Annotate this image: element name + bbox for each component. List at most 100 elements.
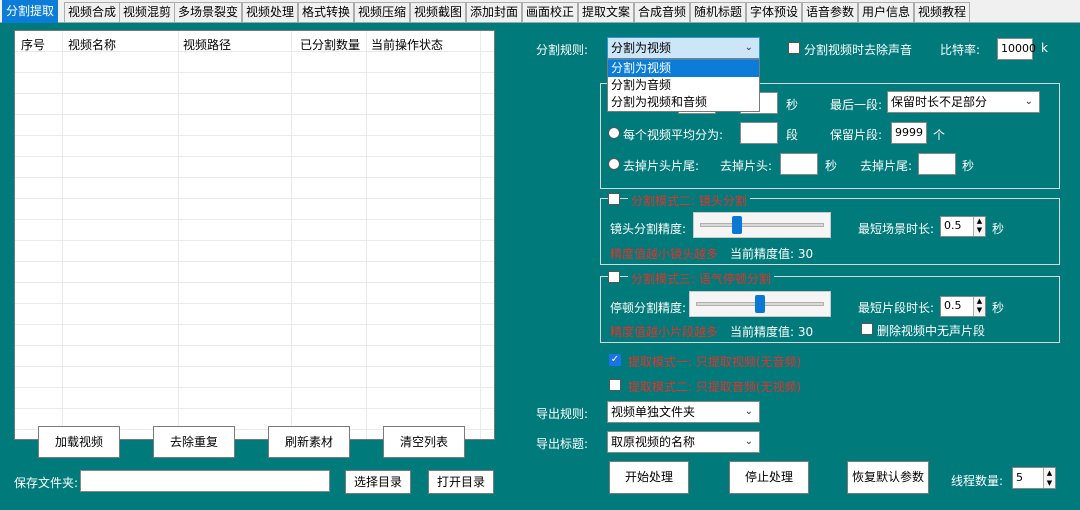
spinner-arrows-icon[interactable]: ▲ ▼ — [973, 217, 985, 236]
tab-multi-scene[interactable]: 多场景裂变 — [174, 2, 243, 22]
tab-user-info[interactable]: 用户信息 — [858, 2, 915, 22]
table-row — [15, 283, 494, 304]
video-list-table[interactable]: 序号 视频名称 视频路径 已分割数量 当前操作状态 — [14, 30, 495, 440]
mode3-title: 分割模式三: 语气停顿分割 — [628, 270, 774, 287]
avg-split-label: 每个视频平均分为: — [623, 128, 724, 142]
spinner-arrows-icon[interactable]: ▲ ▼ — [973, 297, 985, 316]
table-row — [15, 178, 494, 199]
export-rule-label: 导出规则: — [536, 407, 589, 421]
bitrate-label: 比特率: — [940, 43, 981, 57]
tab-video-screenshot[interactable]: 视频截图 — [410, 2, 467, 22]
extract-mode1-checkbox[interactable]: ✓ — [609, 354, 621, 366]
tab-add-cover[interactable]: 添加封面 — [466, 2, 523, 22]
tab-extract-text[interactable]: 提取文案 — [578, 2, 635, 22]
table-row — [15, 367, 494, 388]
mode2-checkbox[interactable] — [608, 193, 620, 205]
table-row — [15, 325, 494, 346]
header-row — [15, 31, 494, 52]
min-scene-unit: 秒 — [992, 222, 1005, 236]
tab-format-convert[interactable]: 格式转换 — [298, 2, 355, 22]
start-button[interactable]: 开始处理 — [609, 461, 689, 494]
extract-mode2-label: 提取模式二: 只提取音频(无视频) — [628, 380, 802, 394]
trim-head-unit: 秒 — [825, 159, 838, 173]
chevron-down-icon: ⌄ — [744, 42, 753, 53]
tab-image-correct[interactable]: 画面校正 — [522, 2, 579, 22]
min-scene-label: 最短场景时长: — [858, 222, 935, 236]
threads-value: 5 — [1016, 471, 1023, 484]
dedupe-button[interactable]: 去除重复 — [153, 426, 235, 458]
tab-compose-audio[interactable]: 合成音频 — [634, 2, 691, 22]
last-segment-value: 保留时长不足部分 — [891, 95, 988, 109]
threads-spinner[interactable]: 5 ▲ ▼ — [1012, 467, 1056, 489]
split-rule-label: 分割规则: — [536, 43, 589, 57]
export-title-select[interactable]: 取原视频的名称 ⌄ — [607, 431, 760, 453]
threads-label: 线程数量: — [951, 474, 1004, 488]
load-video-button[interactable]: 加载视频 — [38, 426, 120, 458]
trim-radio[interactable] — [608, 158, 620, 170]
remove-silent-checkbox[interactable] — [861, 323, 873, 335]
restore-defaults-button[interactable]: 恢复默认参数 — [847, 461, 929, 494]
pause-precision-hint: 精度值越小片段越多 — [610, 325, 719, 339]
clear-list-button[interactable]: 清空列表 — [383, 426, 465, 458]
choose-dir-button[interactable]: 选择目录 — [345, 470, 411, 494]
table-row — [15, 241, 494, 262]
spinner-arrows-icon[interactable]: ▲ ▼ — [1043, 468, 1055, 488]
shot-precision-slider[interactable] — [693, 212, 831, 238]
split-rule-value: 分割为视频 — [611, 41, 672, 55]
slider-thumb[interactable] — [732, 216, 743, 234]
min-scene-spinner[interactable]: 0.5 ▲ ▼ — [940, 216, 986, 237]
save-folder-input[interactable] — [80, 470, 330, 492]
tab-video-compress[interactable]: 视频压缩 — [354, 2, 411, 22]
min-scene-value: 0.5 — [944, 219, 962, 232]
main-panel: 序号 视频名称 视频路径 已分割数量 当前操作状态 加载视频 去除重复 刷新素材… — [0, 23, 1080, 510]
tab-random-title[interactable]: 随机标题 — [690, 2, 747, 22]
dropdown-option[interactable]: 分割为音频 — [608, 77, 759, 94]
tab-video-process[interactable]: 视频处理 — [242, 2, 299, 22]
table-row — [15, 262, 494, 283]
tab-voice-params[interactable]: 语音参数 — [802, 2, 859, 22]
trim-tail-input[interactable] — [918, 153, 956, 175]
bitrate-input[interactable]: 10000 — [997, 38, 1036, 60]
avg-split-unit: 段 — [786, 128, 799, 142]
tab-font-preset[interactable]: 字体预设 — [746, 2, 803, 22]
stop-button[interactable]: 停止处理 — [729, 461, 809, 494]
pause-precision-current: 当前精度值: 30 — [730, 325, 814, 339]
slider-thumb[interactable] — [755, 295, 765, 313]
tab-video-mix[interactable]: 视频混剪 — [119, 2, 176, 22]
split-rule-select[interactable]: 分割为视频 ⌄ — [607, 37, 760, 59]
remove-sound-label: 分割视频时去除声音 — [804, 43, 913, 57]
min-clip-label: 最短片段时长: — [858, 301, 935, 315]
table-row — [15, 115, 494, 136]
keep-segments-label: 保留片段: — [830, 128, 883, 142]
table-row — [15, 346, 494, 367]
avg-split-radio[interactable] — [608, 127, 620, 139]
last-segment-select[interactable]: 保留时长不足部分 ⌄ — [887, 91, 1040, 113]
tab-split-extract[interactable]: 分割提取 — [2, 0, 59, 23]
export-rule-value: 视频单独文件夹 — [611, 405, 696, 419]
pause-precision-slider[interactable] — [689, 291, 831, 317]
table-row — [15, 388, 494, 409]
shot-precision-label: 镜头分割精度: — [610, 222, 687, 236]
slider-track — [700, 223, 824, 227]
split-rule-dropdown[interactable]: 分割为视频 分割为音频 分割为视频和音频 — [607, 59, 760, 112]
min-clip-spinner[interactable]: 0.5 ▲ ▼ — [940, 296, 986, 317]
export-rule-select[interactable]: 视频单独文件夹 ⌄ — [607, 401, 760, 423]
tab-video-tutorial[interactable]: 视频教程 — [914, 2, 971, 22]
extract-mode2-checkbox[interactable] — [609, 379, 621, 391]
trim-head-input[interactable] — [780, 153, 818, 175]
dropdown-option[interactable]: 分割为视频 — [608, 60, 759, 77]
mode3-checkbox[interactable] — [608, 271, 620, 283]
min-clip-unit: 秒 — [992, 301, 1005, 315]
avg-split-input[interactable] — [740, 122, 778, 144]
chevron-down-icon: ⌄ — [744, 406, 753, 417]
table-row — [15, 73, 494, 94]
chevron-down-icon: ⌄ — [1024, 96, 1033, 107]
dropdown-option[interactable]: 分割为视频和音频 — [608, 94, 759, 111]
bitrate-unit: k — [1041, 41, 1048, 55]
keep-segments-input[interactable]: 9999 — [891, 122, 927, 144]
pause-precision-label: 停顿分割精度: — [610, 301, 687, 315]
refresh-button[interactable]: 刷新素材 — [268, 426, 350, 458]
tab-video-compose[interactable]: 视频合成 — [64, 2, 121, 22]
remove-sound-checkbox[interactable] — [788, 42, 800, 54]
open-dir-button[interactable]: 打开目录 — [428, 470, 494, 494]
